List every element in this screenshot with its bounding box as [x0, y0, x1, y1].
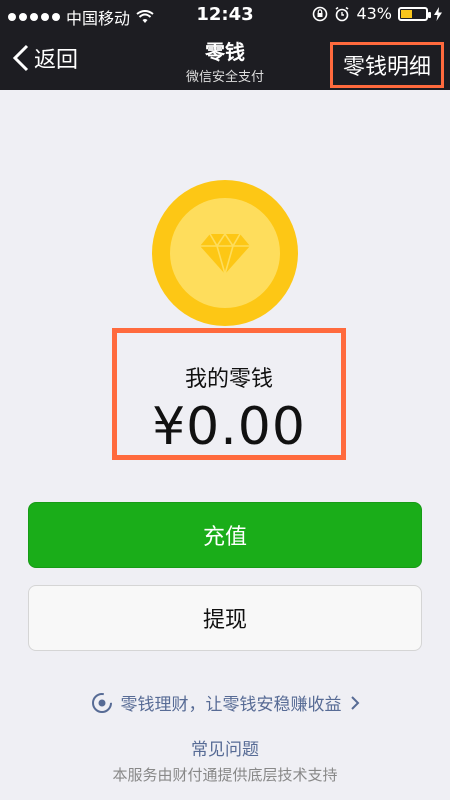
nav-bar: 返回 零钱 微信安全支付 零钱明细: [0, 30, 450, 90]
charging-icon: [434, 6, 442, 21]
rotation-lock-icon: [313, 6, 328, 21]
promo-text: 零钱理财，让零钱安稳赚收益: [120, 695, 342, 715]
balance-display: 我的零钱 ¥0.00: [112, 328, 346, 460]
wallet-coin-icon: [152, 180, 298, 326]
balance-amount: ¥0.00: [152, 397, 306, 457]
wealth-icon: [91, 692, 112, 713]
balance-label: 我的零钱: [184, 367, 273, 392]
wealth-promo-link[interactable]: 零钱理财，让零钱安稳赚收益: [0, 690, 450, 715]
recharge-button[interactable]: 充值: [28, 502, 422, 568]
change-details-button[interactable]: 零钱明细: [329, 42, 444, 88]
status-right: 43%: [312, 4, 442, 23]
status-bar: 中国移动 12:43 43%: [0, 0, 450, 30]
diamond-icon: [200, 234, 250, 274]
battery-percent: 43%: [356, 4, 392, 23]
faq-link[interactable]: 常见问题: [0, 735, 450, 760]
chevron-right-icon: [350, 695, 359, 710]
top-bar: 中国移动 12:43 43% 返回 零钱 微信安全支付 零钱明细: [0, 0, 450, 90]
footer-note: 本服务由财付通提供底层技术支持: [112, 766, 338, 784]
battery-icon: [398, 6, 431, 21]
alarm-icon: [335, 6, 349, 21]
withdraw-button[interactable]: 提现: [28, 585, 422, 651]
